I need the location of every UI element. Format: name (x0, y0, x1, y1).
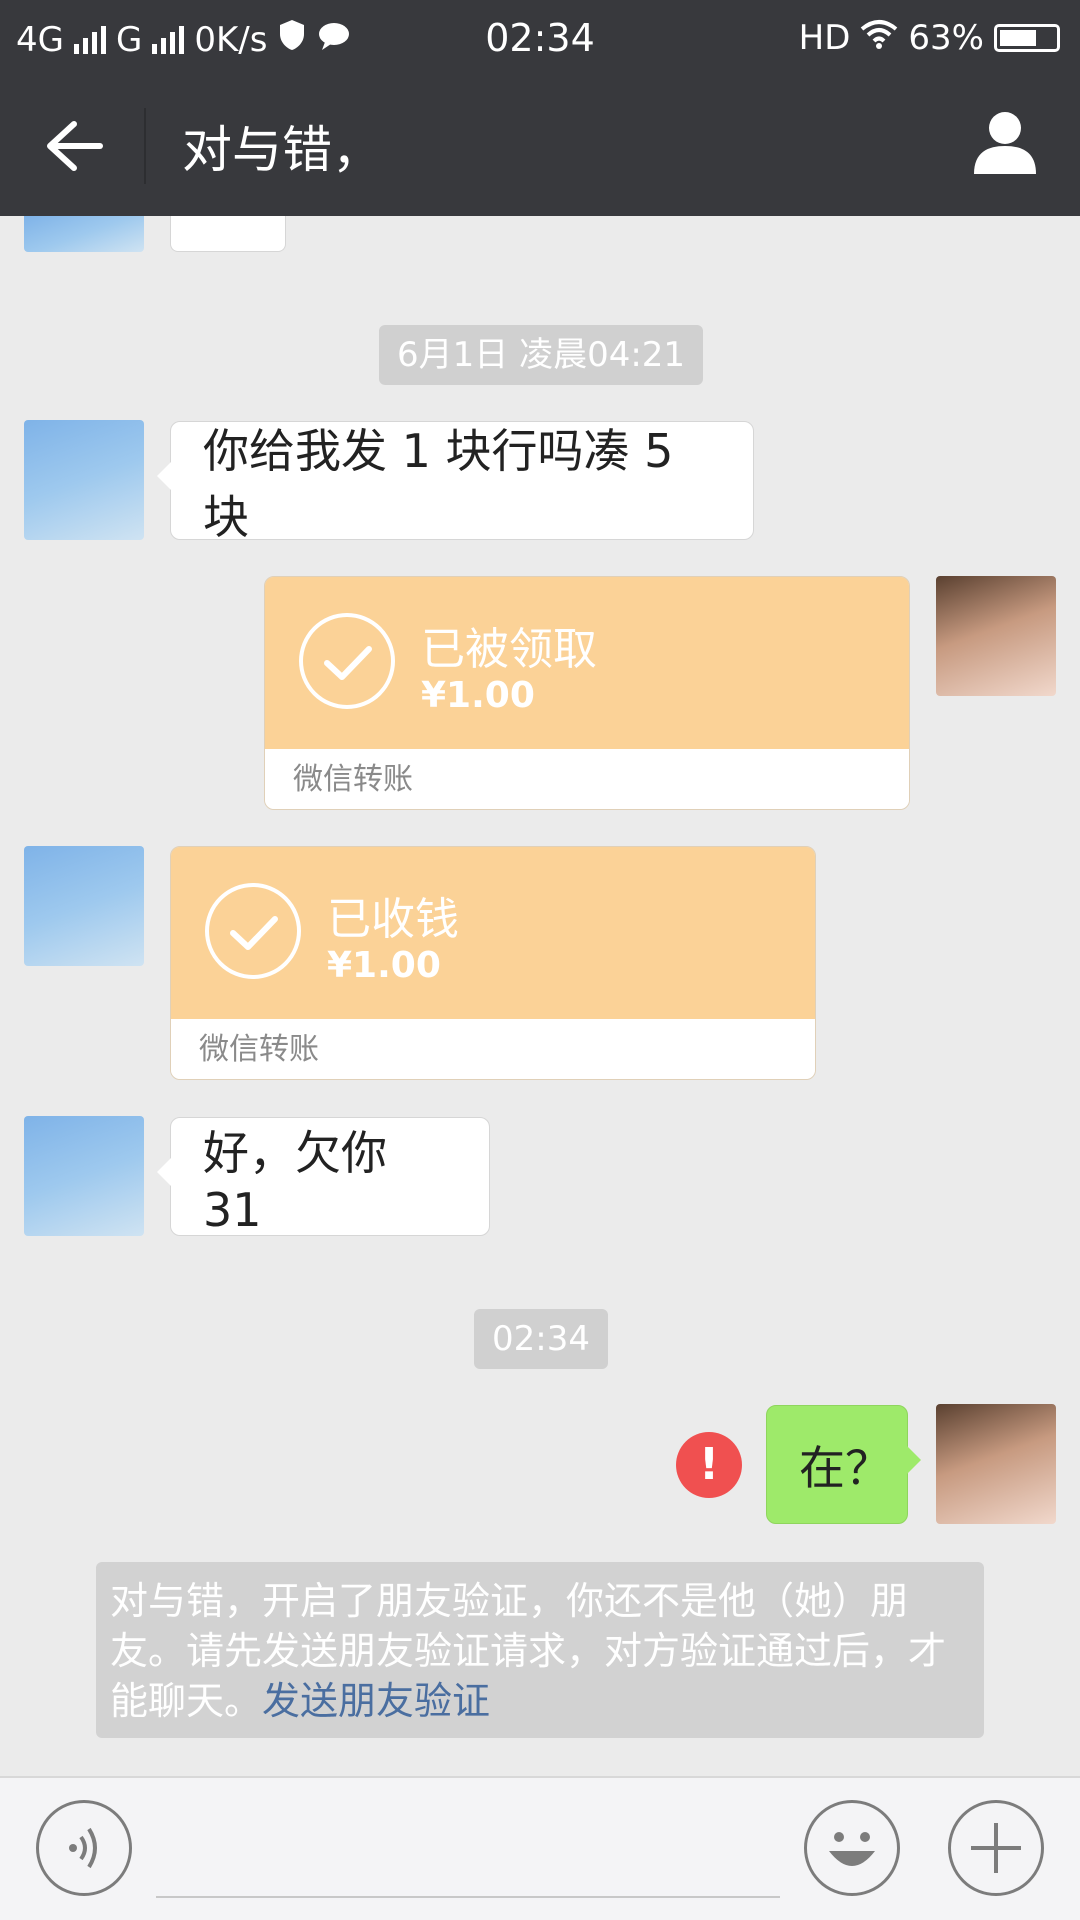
timestamp: 6月1日 凌晨04:21 (379, 325, 704, 385)
transfer-status: 已收钱 (327, 894, 459, 945)
check-icon (205, 883, 301, 979)
hd-label: HD (798, 18, 851, 58)
chat-title: 对与错， (182, 121, 382, 179)
contact-avatar[interactable] (24, 1116, 144, 1236)
contact-avatar[interactable] (24, 216, 144, 252)
transfer-card[interactable]: 已收钱 ¥1.00 微信转账 (170, 846, 816, 1080)
send-verification-link[interactable]: 发送朋友验证 (262, 1679, 490, 1723)
contact-avatar[interactable] (24, 846, 144, 966)
title-bar: 对与错， (0, 76, 1080, 216)
voice-button[interactable] (36, 1800, 132, 1896)
title-divider (144, 108, 146, 184)
message-input[interactable] (156, 1896, 780, 1898)
transfer-footer: 微信转账 (265, 749, 909, 809)
check-icon (299, 613, 395, 709)
message-bubble[interactable]: 你给我发 1 块行吗凑 5 块 (157, 421, 754, 544)
friend-verification-notice: 对与错，开启了朋友验证，你还不是他（她）朋友。请先发送朋友验证请求，对方验证通过… (96, 1562, 984, 1738)
status-bar: 4G G 0K/s 02:34 HD 63% (0, 0, 1080, 76)
emoji-button[interactable] (804, 1800, 900, 1896)
input-bar (0, 1776, 1080, 1920)
contact-avatar[interactable] (24, 420, 144, 540)
transfer-status: 已被领取 (421, 624, 597, 675)
wifi-icon (860, 18, 898, 58)
transfer-card-top: 已收钱 ¥1.00 (171, 847, 815, 1019)
message-bubble[interactable]: 好，欠你 31 (157, 1117, 490, 1237)
transfer-card[interactable]: 已被领取 ¥1.00 微信转账 (264, 576, 910, 810)
person-icon[interactable] (970, 108, 1040, 178)
my-avatar[interactable] (936, 576, 1056, 696)
battery-label: 63% (908, 18, 984, 58)
status-right: HD 63% (799, 18, 1060, 58)
back-arrow-icon[interactable] (40, 116, 110, 176)
battery-icon (994, 24, 1060, 52)
more-button[interactable] (948, 1800, 1044, 1896)
notice-text: 对与错，开启了朋友验证，你还不是他（她）朋友。请先发送朋友验证请求，对方验证通过… (110, 1579, 947, 1723)
send-failed-icon[interactable]: ! (676, 1432, 742, 1498)
transfer-footer: 微信转账 (171, 1019, 815, 1079)
transfer-amount: ¥1.00 (327, 945, 441, 986)
previous-message-bubble (170, 216, 286, 252)
transfer-card-top: 已被领取 ¥1.00 (265, 577, 909, 749)
timestamp: 02:34 (474, 1309, 608, 1369)
my-message-bubble[interactable]: 在？ (766, 1405, 921, 1524)
my-avatar[interactable] (936, 1404, 1056, 1524)
transfer-amount: ¥1.00 (421, 675, 535, 716)
